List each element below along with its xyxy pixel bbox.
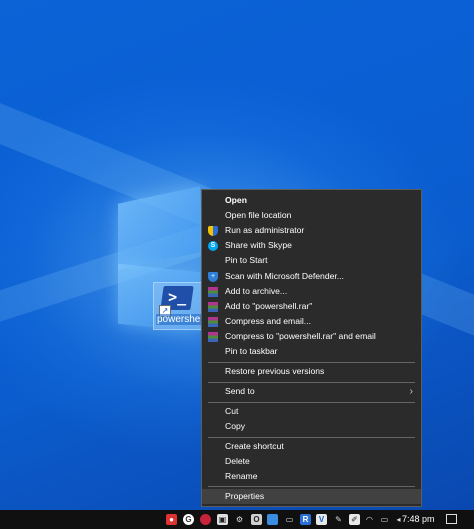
menu-item-pin-to-taskbar[interactable]: Pin to taskbar <box>202 344 421 359</box>
menu-item-label: Add to "powershell.rar" <box>225 301 313 311</box>
menu-item-label: Add to archive... <box>225 286 288 296</box>
menu-item-cut[interactable]: Cut <box>202 404 421 419</box>
r-icon[interactable]: R <box>300 514 311 525</box>
shortcut-label[interactable]: powershell <box>156 314 206 325</box>
menu-item-compress-and-email[interactable]: Compress and email... <box>202 314 421 329</box>
winrar-icon <box>208 317 218 327</box>
winrar-icon <box>208 332 218 342</box>
office-icon[interactable]: O <box>251 514 262 525</box>
menu-item-label: Restore previous versions <box>225 366 325 376</box>
uac-shield-icon <box>208 226 218 236</box>
menu-item-label: Properties <box>225 491 265 501</box>
record-icon[interactable]: ● <box>166 514 177 525</box>
menu-item-rename[interactable]: Rename <box>202 469 421 484</box>
menu-item-label: Open file location <box>225 210 292 220</box>
google-icon[interactable]: G <box>183 514 194 525</box>
teamviewer-icon[interactable]: V <box>316 514 327 525</box>
notification-center-icon[interactable] <box>446 514 457 524</box>
gear-icon[interactable]: ⚙ <box>234 514 245 525</box>
menu-separator <box>208 402 415 403</box>
menu-item-copy[interactable]: Copy <box>202 419 421 434</box>
menu-item-add-to-archive[interactable]: Add to archive... <box>202 284 421 299</box>
defender-shield-icon: + <box>208 272 218 282</box>
menu-item-run-as-administrator[interactable]: Run as administrator <box>202 223 421 238</box>
menu-separator <box>208 362 415 363</box>
menu-item-label: Delete <box>225 456 250 466</box>
menu-item-pin-to-start[interactable]: Pin to Start <box>202 253 421 268</box>
menu-item-label: Share with Skype <box>225 240 292 250</box>
menu-item-label: Cut <box>225 406 239 416</box>
menu-item-send-to[interactable]: Send to › <box>202 384 421 399</box>
skype-icon: S <box>208 241 218 251</box>
taskbar: ● G ▣ ⚙ O ▭ R V ✎ ✐ ◠ ▭ ◂ 7:48 pm <box>0 510 474 529</box>
wifi-extender-icon[interactable]: ▭ <box>284 514 295 525</box>
menu-item-label: Scan with Microsoft Defender... <box>225 271 344 281</box>
menu-separator <box>208 382 415 383</box>
menu-item-compress-to-rar-and-email[interactable]: Compress to "powershell.rar" and email <box>202 329 421 344</box>
menu-item-open-file-location[interactable]: Open file location <box>202 208 421 223</box>
menu-item-share-with-skype[interactable]: S Share with Skype <box>202 238 421 253</box>
menu-item-label: Compress to "powershell.rar" and email <box>225 331 376 341</box>
menu-item-create-shortcut[interactable]: Create shortcut <box>202 439 421 454</box>
context-menu: Open Open file location Run as administr… <box>201 189 422 507</box>
menu-item-restore-previous-versions[interactable]: Restore previous versions <box>202 364 421 379</box>
pen-icon[interactable]: ✐ <box>349 514 360 525</box>
winrar-icon <box>208 287 218 297</box>
menu-item-label: Send to <box>225 386 255 396</box>
powershell-prompt-glyph: >_ <box>168 288 187 306</box>
menu-item-label: Pin to taskbar <box>225 346 278 356</box>
app-icon[interactable] <box>200 514 211 525</box>
menu-item-label: Open <box>225 195 247 205</box>
menu-item-scan-with-defender[interactable]: + Scan with Microsoft Defender... <box>202 269 421 284</box>
menu-item-label: Compress and email... <box>225 316 311 326</box>
menu-separator <box>208 437 415 438</box>
menu-item-label: Pin to Start <box>225 255 268 265</box>
winrar-icon <box>208 302 218 312</box>
menu-item-add-to-rar[interactable]: Add to "powershell.rar" <box>202 299 421 314</box>
wifi-icon[interactable]: ◠ <box>364 514 375 525</box>
menu-item-label: Run as administrator <box>225 225 305 235</box>
menu-item-delete[interactable]: Delete <box>202 454 421 469</box>
screenshot-icon[interactable]: ▣ <box>217 514 228 525</box>
clipboard-icon[interactable] <box>267 514 278 525</box>
chevron-right-icon: › <box>409 386 413 397</box>
clock[interactable]: 7:48 pm <box>402 514 435 524</box>
menu-item-label: Rename <box>225 471 258 481</box>
menu-item-label: Create shortcut <box>225 441 284 451</box>
menu-item-label: Copy <box>225 421 246 431</box>
menu-separator <box>208 486 415 487</box>
menu-item-properties[interactable]: Properties <box>202 489 421 504</box>
battery-icon[interactable]: ▭ <box>379 514 390 525</box>
v-icon[interactable]: ✎ <box>333 514 344 525</box>
menu-item-open[interactable]: Open <box>202 193 421 208</box>
